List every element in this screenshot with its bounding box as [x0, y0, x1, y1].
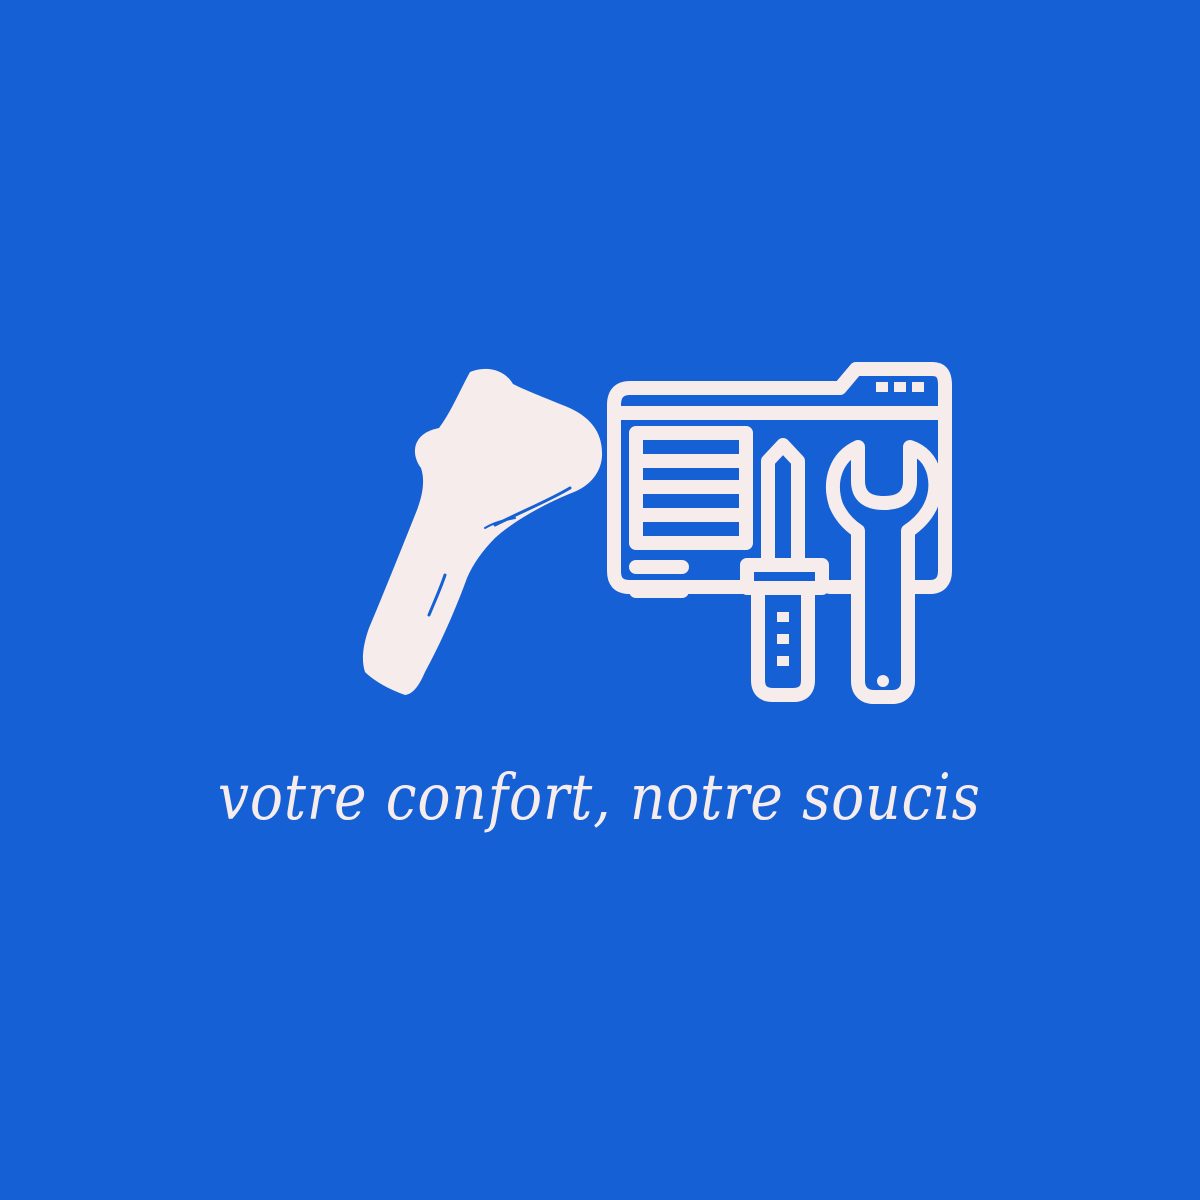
heat-gun-icon: [362, 368, 603, 695]
logo: votre confort, notre soucis: [0, 0, 1200, 1200]
tagline: votre confort, notre soucis: [217, 761, 981, 835]
web-maintenance-icon: [607, 362, 952, 704]
